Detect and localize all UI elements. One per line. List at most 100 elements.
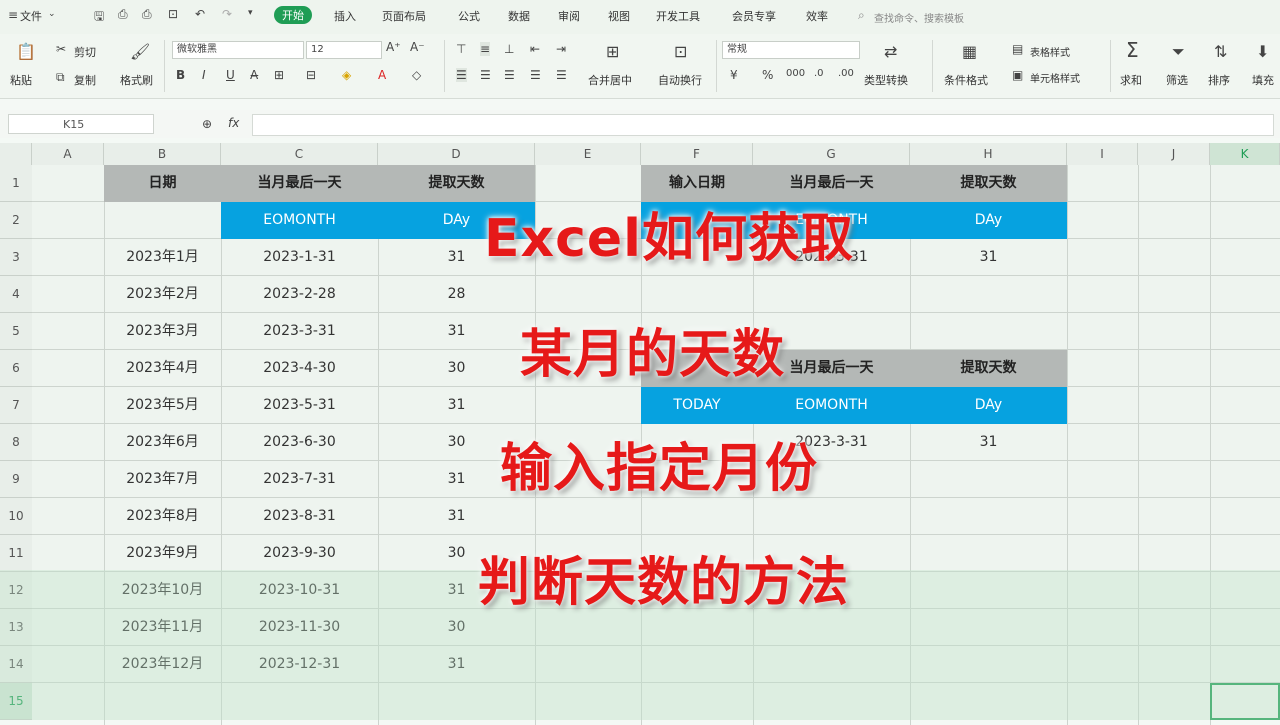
cell-function[interactable]: DAy [910,202,1067,239]
cut-button[interactable]: 剪切 [74,44,96,60]
print-icon[interactable]: ⎙ [142,7,152,22]
align-right-icon[interactable]: ☰ [504,68,515,82]
clear-format-icon[interactable]: ◇ [412,68,421,82]
cell-function[interactable]: EOMONTH [221,202,378,239]
indent-increase-icon[interactable]: ⇥ [556,42,566,56]
cell[interactable]: 2023年4月 [104,350,221,387]
filter-icon[interactable]: ⏷ [1172,44,1185,60]
merge-center-button[interactable]: 合并居中 [588,72,632,88]
italic-icon[interactable]: I [202,68,206,82]
sort-button[interactable]: 排序 [1208,72,1230,88]
font-color-icon[interactable]: A [378,68,386,82]
align-center-icon[interactable]: ☰ [480,68,491,82]
fill-button[interactable]: 填充 [1252,72,1274,88]
align-middle-icon[interactable]: ≡ [480,42,491,56]
cell[interactable]: 2023-7-31 [221,461,378,498]
cell-style-icon[interactable]: ▣ [1012,68,1023,82]
align-top-icon[interactable]: ⊤ [456,42,466,56]
selected-cell-k15[interactable] [1210,683,1280,720]
conditional-format-icon[interactable]: ▦ [962,44,977,60]
border-icon[interactable]: ⊞ [274,68,284,82]
cell[interactable]: 2023年11月 [104,609,221,646]
copy-button[interactable]: 复制 [74,72,96,88]
cell[interactable]: 2023-8-31 [221,498,378,535]
formula-input[interactable] [252,114,1274,136]
tab-efficiency[interactable]: 效率 [806,8,828,24]
cell[interactable]: 31 [378,498,535,535]
increase-decimal-icon[interactable]: .0 [814,68,824,79]
row-header[interactable]: 1 [0,165,32,202]
row-header[interactable]: 7 [0,387,32,424]
distributed-icon[interactable]: ☰ [556,68,567,82]
cell[interactable]: 2023-2-28 [221,276,378,313]
decrease-decimal-icon[interactable]: .00 [838,68,854,79]
undo-icon[interactable]: ↶ [195,7,205,21]
name-box[interactable]: K15 [8,114,154,134]
column-header-g[interactable]: G [753,143,910,165]
cell[interactable]: 2023-11-30 [221,609,378,646]
hamburger-menu-icon[interactable]: ≡ [8,8,18,22]
tab-home[interactable]: 开始 [274,6,312,24]
cell[interactable]: 2023-1-31 [221,239,378,276]
tab-developer[interactable]: 开发工具 [656,8,700,24]
column-header-j[interactable]: J [1138,143,1210,165]
zoom-icon[interactable]: ⊕ [202,117,212,131]
tab-data[interactable]: 数据 [508,8,530,24]
format-painter-icon[interactable]: 🖌 [130,44,150,60]
cell[interactable]: 2023年6月 [104,424,221,461]
fill-icon[interactable]: ⬇ [1256,44,1269,60]
cell[interactable]: 2023年3月 [104,313,221,350]
row-header[interactable]: 15 [0,683,32,720]
fill-color-icon[interactable]: ◈ [342,68,351,82]
row-header[interactable]: 6 [0,350,32,387]
cell[interactable]: 30 [378,350,535,387]
type-convert-icon[interactable]: ⇄ [884,44,897,60]
cell[interactable]: 2023年1月 [104,239,221,276]
column-header-e[interactable]: E [535,143,641,165]
type-convert-button[interactable]: 类型转换 [864,72,908,88]
font-size-select[interactable]: 12 [306,41,382,59]
font-name-select[interactable]: 微软雅黑 [172,41,304,59]
cell[interactable]: 31 [910,239,1067,276]
font-increase-icon[interactable]: A⁺ [386,40,401,54]
cell[interactable]: 2023-3-31 [221,313,378,350]
file-menu[interactable]: 文件 [20,8,42,24]
merge-center-icon[interactable]: ⊞ [606,44,619,60]
paste-icon[interactable]: 📋 [16,44,36,60]
number-format-select[interactable]: 常规 [722,41,860,59]
cell[interactable]: 2023-4-30 [221,350,378,387]
thousands-icon[interactable]: 000 [786,68,805,79]
underline-icon[interactable]: U [226,68,235,82]
command-search[interactable]: 查找命令、搜索模板 [874,10,964,25]
cell[interactable]: 2023年8月 [104,498,221,535]
cell[interactable]: 2023年7月 [104,461,221,498]
redo-icon[interactable]: ↷ [222,7,232,21]
cell-function[interactable]: DAy [910,387,1067,424]
currency-icon[interactable]: ¥ [730,68,738,82]
strikethrough-icon[interactable]: A̶ [250,68,258,82]
wrap-text-icon[interactable]: ⊡ [674,44,687,60]
filter-button[interactable]: 筛选 [1166,72,1188,88]
row-header[interactable]: 2 [0,202,32,239]
column-header-d[interactable]: D [378,143,535,165]
quick-access-dropdown-icon[interactable]: ▾ [248,8,253,18]
save-icon[interactable]: 🖫 [94,7,104,28]
cell-function[interactable]: EOMONTH [753,387,910,424]
cell[interactable]: 2023年10月 [104,572,221,609]
row-header[interactable]: 9 [0,461,32,498]
cell[interactable]: 31 [378,313,535,350]
cell[interactable]: 31 [910,424,1067,461]
bold-icon[interactable]: B [176,68,185,82]
font-decrease-icon[interactable]: A⁻ [410,40,425,54]
align-bottom-icon[interactable]: ⊥ [504,42,514,56]
preview-icon[interactable]: ⊡ [168,7,178,21]
paste-button[interactable]: 粘贴 [10,72,32,88]
row-header[interactable]: 8 [0,424,32,461]
select-all-corner[interactable] [0,143,32,165]
chevron-down-icon[interactable]: ⌄ [48,9,56,19]
cell-header[interactable]: 提取天数 [910,165,1067,202]
row-header[interactable]: 11 [0,535,32,572]
sort-icon[interactable]: ⇅ [1214,44,1227,60]
cell[interactable]: 31 [378,646,535,683]
tab-insert[interactable]: 插入 [334,8,356,24]
